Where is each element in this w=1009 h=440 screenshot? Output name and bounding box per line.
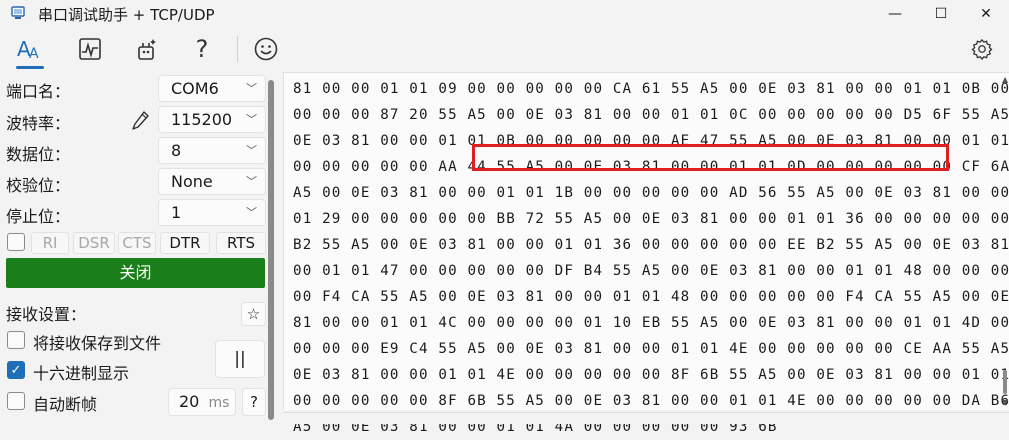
close-window-button[interactable]: ✕ xyxy=(963,0,1009,28)
maximize-icon: ☐ xyxy=(934,6,948,22)
parity-label: 校验位： xyxy=(6,176,71,195)
minimize-icon: — xyxy=(888,6,902,22)
frame-timeout-input[interactable]: 20 ms xyxy=(168,388,236,416)
signal-checkbox[interactable] xyxy=(7,233,25,251)
pause-button[interactable]: || xyxy=(215,340,265,378)
hex-line: 00 00 00 87 20 55 A5 00 0E 03 81 00 00 0… xyxy=(293,107,1009,123)
hex-line: 81 00 00 01 01 09 00 00 00 00 00 CA 61 5… xyxy=(293,81,1009,97)
pen-icon[interactable] xyxy=(130,110,150,132)
scroll-thumb[interactable] xyxy=(1003,370,1007,394)
left-panel-scrollbar[interactable] xyxy=(268,80,274,420)
help-icon: ? xyxy=(195,35,209,63)
smiley-icon xyxy=(254,37,278,61)
receive-area[interactable]: 81 00 00 01 01 09 00 00 00 00 00 CA 61 5… xyxy=(283,72,1009,435)
hex-display-label: 十六进制显示 xyxy=(33,364,130,383)
stopbits-value: 1 xyxy=(171,203,182,222)
help-button[interactable]: ? xyxy=(186,33,218,65)
active-tab-indicator xyxy=(16,66,44,69)
close-icon: ✕ xyxy=(980,6,992,22)
minimize-button[interactable]: — xyxy=(872,0,918,28)
baud-value: 115200 xyxy=(171,110,233,129)
smiley-button[interactable] xyxy=(250,33,282,65)
window-title: 串口调试助手 + TCP/UDP xyxy=(38,6,215,24)
receive-hex-text: 81 00 00 01 01 09 00 00 00 00 00 CA 61 5… xyxy=(293,76,1009,440)
auto-frame-label: 自动断帧 xyxy=(33,395,98,414)
save-to-file-label: 将接收保存到文件 xyxy=(33,334,162,353)
port-label: 端口名： xyxy=(6,82,71,101)
chevron-down-icon: ﹀ xyxy=(246,144,257,157)
magic-icon xyxy=(138,39,156,60)
dsr-indicator: DSR xyxy=(73,232,115,254)
frame-timeout-unit: ms xyxy=(208,395,230,411)
baud-select[interactable]: 115200 ﹀ xyxy=(158,106,266,133)
frame-timeout-value: 20 xyxy=(179,392,200,411)
ri-indicator: RI xyxy=(31,232,69,254)
highlighted-frame-box xyxy=(472,144,949,171)
receive-settings-label: 接收设置： xyxy=(6,305,87,324)
chevron-down-icon: ﹀ xyxy=(246,82,257,95)
toolbar-divider xyxy=(237,36,238,62)
chevron-down-icon: ﹀ xyxy=(246,206,257,219)
hex-line: B2 55 A5 00 0E 03 81 00 00 01 01 36 00 0… xyxy=(293,237,1009,253)
hex-line: 01 29 00 00 00 00 00 BB 72 55 A5 00 0E 0… xyxy=(293,211,1009,227)
receive-horizontal-bar xyxy=(283,412,1009,424)
parity-select[interactable]: None ﹀ xyxy=(158,168,266,195)
stopbits-label: 停止位： xyxy=(6,207,71,226)
hex-line: A5 00 0E 03 81 00 00 01 01 1B 00 00 00 0… xyxy=(293,185,1009,201)
hex-line: 0E 03 81 00 00 01 01 4E 00 00 00 00 00 8… xyxy=(293,367,1009,383)
port-value: COM6 xyxy=(171,79,219,98)
hex-display-checkbox[interactable]: ✓ xyxy=(7,361,25,379)
port-select[interactable]: COM6 ﹀ xyxy=(158,75,266,102)
stopbits-select[interactable]: 1 ﹀ xyxy=(158,199,266,226)
cts-indicator: CTS xyxy=(118,232,156,254)
chevron-down-icon: ﹀ xyxy=(246,175,257,188)
maximize-button[interactable]: ☐ xyxy=(918,0,964,28)
hex-line: 00 00 00 E9 C4 55 A5 00 0E 03 81 00 00 0… xyxy=(293,341,1009,357)
databits-value: 8 xyxy=(171,141,182,160)
pause-icon: || xyxy=(234,349,246,369)
dtr-button[interactable]: DTR xyxy=(160,232,210,254)
hex-line: 00 00 00 00 00 8F 6B 55 A5 00 0E 03 81 0… xyxy=(293,393,1009,409)
auto-frame-checkbox[interactable] xyxy=(7,392,25,410)
rts-button[interactable]: RTS xyxy=(216,232,266,254)
chevron-down-icon: ﹀ xyxy=(246,113,257,126)
font-button[interactable]: A A xyxy=(14,33,46,65)
chart-button[interactable] xyxy=(74,33,106,65)
databits-select[interactable]: 8 ﹀ xyxy=(158,137,266,164)
hex-line: 00 F4 CA 55 A5 00 0E 03 81 00 00 01 01 4… xyxy=(293,289,1009,305)
auto-frame-help-button[interactable]: ? xyxy=(242,388,266,416)
font-icon: A A xyxy=(17,37,39,62)
star-icon: ☆ xyxy=(246,305,261,323)
favorite-button[interactable]: ☆ xyxy=(241,302,266,326)
magic-button[interactable] xyxy=(131,33,163,65)
svg-text:A: A xyxy=(29,46,39,62)
chart-icon xyxy=(79,38,101,60)
title-bar: 串口调试助手 + TCP/UDP — ☐ ✕ xyxy=(0,0,1009,28)
scroll-down-icon[interactable]: ▼ xyxy=(1002,398,1008,407)
settings-button[interactable] xyxy=(966,33,998,65)
receive-scrollbar[interactable]: ▲ ▼ xyxy=(1000,73,1009,411)
hex-line: 00 01 01 47 00 00 00 00 00 DF B4 55 A5 0… xyxy=(293,263,1009,279)
app-icon xyxy=(11,6,25,19)
help-icon: ? xyxy=(250,393,258,411)
baud-label: 波特率： xyxy=(6,114,71,133)
hex-line: 81 00 00 01 01 4C 00 00 00 00 01 10 EB 5… xyxy=(293,315,1009,331)
save-to-file-checkbox[interactable] xyxy=(7,331,25,349)
databits-label: 数据位： xyxy=(6,145,71,164)
close-port-button[interactable]: 关闭 xyxy=(6,258,265,288)
settings-icon xyxy=(971,39,993,60)
parity-value: None xyxy=(171,172,213,191)
scroll-up-icon[interactable]: ▲ xyxy=(1002,75,1008,84)
